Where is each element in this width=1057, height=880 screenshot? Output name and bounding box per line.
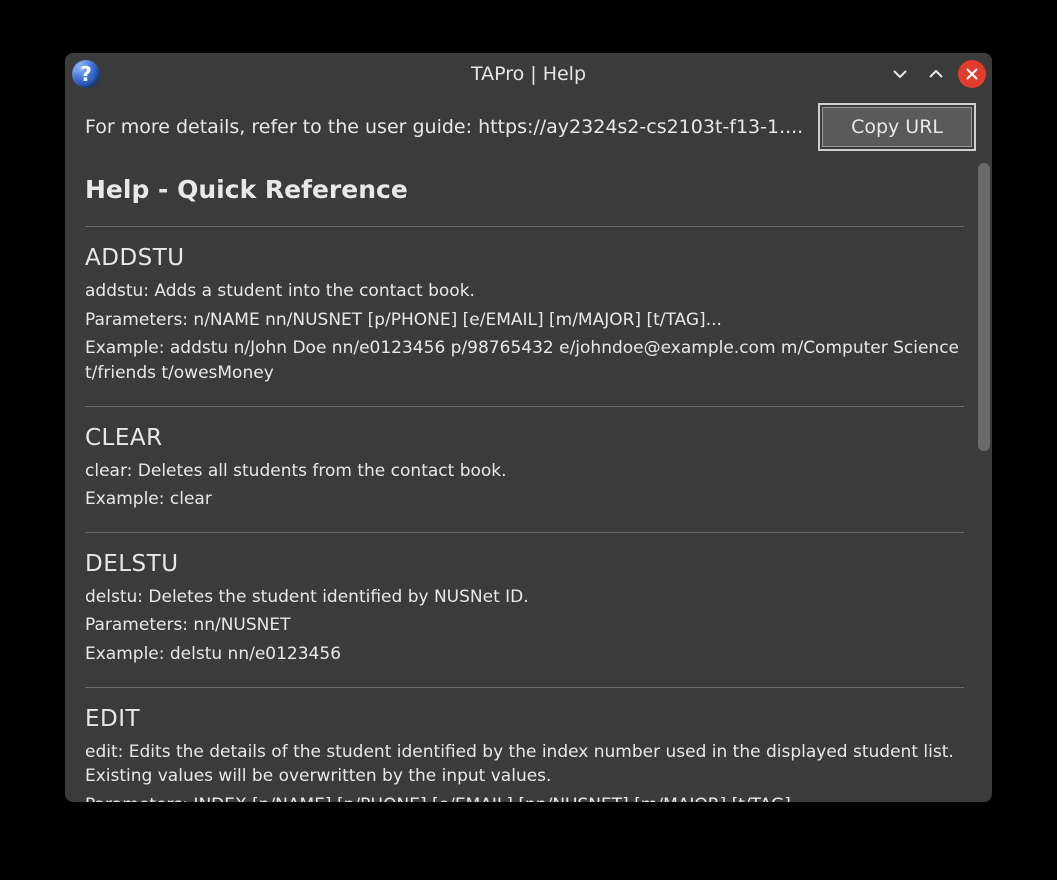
- command-block-edit: EDIT edit: Edits the details of the stud…: [85, 706, 964, 802]
- scrollbar[interactable]: [978, 159, 990, 802]
- scroll-thumb[interactable]: [978, 163, 990, 451]
- help-window: ? TAPro | Help For more detail: [65, 53, 992, 802]
- page-heading: Help - Quick Reference: [85, 175, 964, 204]
- command-line: Parameters: INDEX [n/NAME] [p/PHONE] [e/…: [85, 793, 964, 802]
- command-name: EDIT: [85, 706, 964, 732]
- command-name: CLEAR: [85, 425, 964, 451]
- window-title: TAPro | Help: [65, 63, 992, 85]
- divider: [85, 226, 964, 227]
- minimize-button[interactable]: [886, 60, 914, 88]
- command-line: Parameters: nn/NUSNET: [85, 613, 964, 638]
- user-guide-text: For more details, refer to the user guid…: [85, 116, 806, 138]
- command-line: addstu: Adds a student into the contact …: [85, 279, 964, 304]
- header-row: For more details, refer to the user guid…: [65, 95, 992, 159]
- titlebar-left: ?: [65, 60, 100, 88]
- command-line: edit: Edits the details of the student i…: [85, 740, 964, 789]
- copy-url-button[interactable]: Copy URL: [822, 107, 972, 147]
- command-block-clear: CLEAR clear: Deletes all students from t…: [85, 425, 964, 512]
- close-button[interactable]: [958, 60, 986, 88]
- chevron-down-icon: [890, 64, 910, 84]
- titlebar-controls: [886, 53, 986, 95]
- command-name: ADDSTU: [85, 245, 964, 271]
- help-icon: ?: [72, 60, 100, 88]
- titlebar: ? TAPro | Help: [65, 53, 992, 95]
- command-name: DELSTU: [85, 551, 964, 577]
- command-line: Example: addstu n/John Doe nn/e0123456 p…: [85, 336, 964, 385]
- maximize-button[interactable]: [922, 60, 950, 88]
- divider: [85, 532, 964, 533]
- command-line: clear: Deletes all students from the con…: [85, 459, 964, 484]
- help-content: Help - Quick Reference ADDSTU addstu: Ad…: [65, 159, 992, 802]
- command-line: Example: clear: [85, 487, 964, 512]
- command-block-addstu: ADDSTU addstu: Adds a student into the c…: [85, 245, 964, 386]
- divider: [85, 406, 964, 407]
- command-line: delstu: Deletes the student identified b…: [85, 585, 964, 610]
- command-line: Example: delstu nn/e0123456: [85, 642, 964, 667]
- command-line: Parameters: n/NAME nn/NUSNET [p/PHONE] […: [85, 308, 964, 333]
- content-area: Help - Quick Reference ADDSTU addstu: Ad…: [65, 159, 992, 802]
- divider: [85, 687, 964, 688]
- chevron-up-icon: [926, 64, 946, 84]
- command-block-delstu: DELSTU delstu: Deletes the student ident…: [85, 551, 964, 667]
- close-icon: [964, 66, 980, 82]
